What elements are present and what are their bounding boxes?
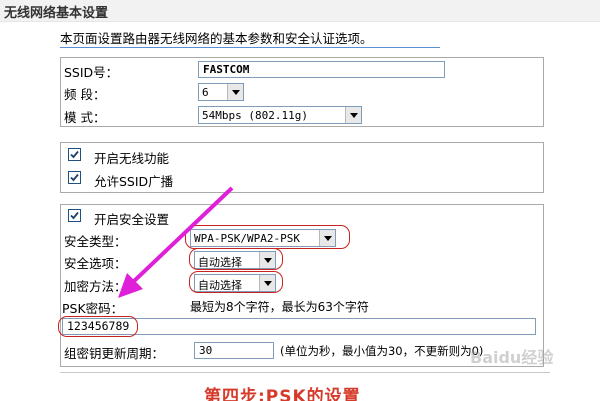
channel-select-value: 6 [202,86,209,99]
channel-label: 频 段： [64,87,106,102]
checkmark-icon [70,173,79,182]
step-caption: 第四步:PSK的设置 [204,387,361,401]
rekey-period-hint: (单位为秒，最小值为30，不更新则为0) [280,344,484,358]
page-header: 无线网络基本设置 [0,0,600,22]
security-type-value: WPA-PSK/WPA2-PSK [194,232,300,245]
channel-select[interactable]: 6 [198,83,244,101]
security-option-label: 安全选项： [64,256,127,271]
ssid-label: SSID号： [64,65,119,80]
allow-ssid-broadcast-checkbox[interactable] [68,171,81,184]
enable-security-checkbox[interactable] [68,209,81,222]
rekey-period-label: 组密钥更新周期： [64,346,165,361]
security-type-select[interactable]: WPA-PSK/WPA2-PSK [190,229,336,247]
security-option-value: 自动选择 [198,256,242,269]
mode-select-value: 54Mbps (802.11g) [202,109,308,122]
enable-wireless-checkbox[interactable] [68,148,81,161]
ssid-input[interactable]: FASTCOM [198,61,445,78]
chevron-down-icon [259,252,275,268]
page-title: 无线网络基本设置 [4,6,109,21]
mode-select[interactable]: 54Mbps (802.11g) [198,106,362,124]
checkmark-icon [70,211,79,220]
chevron-down-icon [319,230,335,246]
enable-security-label: 开启安全设置 [94,212,170,227]
footer-divider [60,372,550,373]
psk-label: PSK密码： [62,301,124,316]
encryption-value: 自动选择 [198,279,242,292]
chevron-down-icon [227,84,243,100]
enable-wireless-label: 开启无线功能 [94,151,170,166]
intro-text: 本页面设置路由器无线网络的基本参数和安全认证选项。 [60,31,373,46]
security-type-label: 安全类型： [64,234,127,249]
allow-ssid-broadcast-label: 允许SSID广播 [94,174,174,189]
security-option-select[interactable]: 自动选择 [194,251,276,269]
checkmark-icon [70,150,79,159]
encryption-select[interactable]: 自动选择 [194,274,276,292]
intro-divider [60,47,440,48]
rekey-period-input[interactable]: 30 [194,342,274,359]
watermark: Baidu经验 [470,348,554,367]
psk-hint: 最短为8个字符，最长为63个字符 [190,300,369,314]
psk-password-input[interactable]: 123456789 [62,318,536,335]
chevron-down-icon [345,107,361,123]
encryption-label: 加密方法： [64,279,127,294]
mode-label: 模 式： [64,110,106,125]
chevron-down-icon [259,275,275,291]
